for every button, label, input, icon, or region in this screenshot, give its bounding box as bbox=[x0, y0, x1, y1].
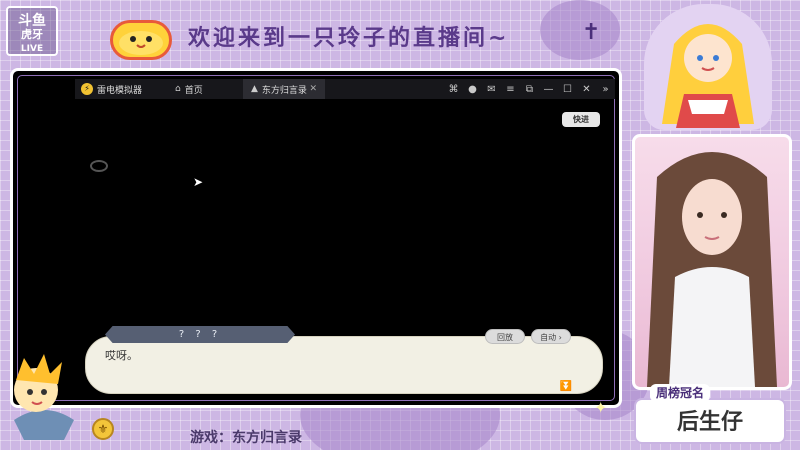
vtuber-avatar-image bbox=[644, 4, 772, 130]
name-card-value: 后生仔 bbox=[676, 410, 743, 435]
window-icon[interactable]: ⧉ bbox=[520, 84, 539, 95]
chick-mascot-image bbox=[4, 350, 82, 442]
dialogue-text: 哎呀。 bbox=[105, 349, 138, 362]
tab-home[interactable]: ⌂ 首页 bbox=[167, 79, 243, 99]
emulator-titlebar: ⚡ 雷电模拟器 ⌂ 首页 ▲ 东方归言录 ✕ ⌘ ● ✉ ≡ ⧉ — ☐ ✕ » bbox=[75, 79, 615, 99]
history-button[interactable]: 回放 bbox=[485, 329, 525, 344]
menu-icon[interactable]: ≡ bbox=[501, 84, 520, 95]
cross-icon: ✝ bbox=[582, 20, 601, 45]
collapse-icon[interactable]: » bbox=[596, 84, 615, 95]
tab-game[interactable]: ▲ 东方归言录 ✕ bbox=[243, 79, 325, 99]
double-chevron-down-icon[interactable]: ⏬ bbox=[557, 381, 575, 392]
game-frame: ⚡ 雷电模拟器 ⌂ 首页 ▲ 东方归言录 ✕ ⌘ ● ✉ ≡ ⧉ — ☐ ✕ »… bbox=[10, 68, 622, 408]
game-icon: ▲ bbox=[251, 84, 258, 94]
minimize-icon[interactable]: — bbox=[539, 84, 558, 95]
tab-label: 东方归言录 bbox=[261, 85, 307, 96]
mouse-cursor-icon: ➤ bbox=[193, 175, 204, 189]
game-caption: 游戏：东方归言录 bbox=[190, 430, 302, 446]
background-blob bbox=[540, 0, 620, 60]
gamepad-icon[interactable]: ⌘ bbox=[444, 84, 463, 95]
dialogue-box[interactable] bbox=[85, 336, 603, 394]
name-card-label: 周榜冠名 bbox=[650, 384, 711, 402]
mail-icon[interactable]: ✉ bbox=[482, 84, 501, 95]
fast-forward-button[interactable]: 快进 bbox=[562, 112, 600, 127]
tab-label: 首页 bbox=[184, 85, 203, 96]
sparkle-icon: ✦ bbox=[594, 398, 608, 417]
coin-icon: ⚜ bbox=[92, 418, 114, 440]
welcome-banner: 欢迎来到一只玲子的直播间~ bbox=[188, 26, 510, 51]
emulator-app-name: 雷电模拟器 bbox=[97, 85, 143, 96]
platform-logo: 斗鱼 虎牙 LIVE bbox=[6, 6, 58, 56]
tab-close-icon[interactable]: ✕ bbox=[309, 84, 317, 94]
auto-button[interactable]: 自动 › bbox=[531, 329, 571, 344]
duck-mascot-image bbox=[110, 20, 172, 60]
home-icon: ⌂ bbox=[175, 84, 181, 94]
webcam-feed bbox=[632, 134, 792, 390]
floating-ball-icon[interactable] bbox=[90, 160, 108, 172]
emulator-logo-icon: ⚡ bbox=[81, 83, 93, 95]
user-icon[interactable]: ● bbox=[463, 84, 482, 95]
speaker-name-plate: ? ? ? bbox=[105, 326, 295, 343]
close-icon[interactable]: ✕ bbox=[577, 84, 596, 95]
maximize-icon[interactable]: ☐ bbox=[558, 84, 577, 95]
